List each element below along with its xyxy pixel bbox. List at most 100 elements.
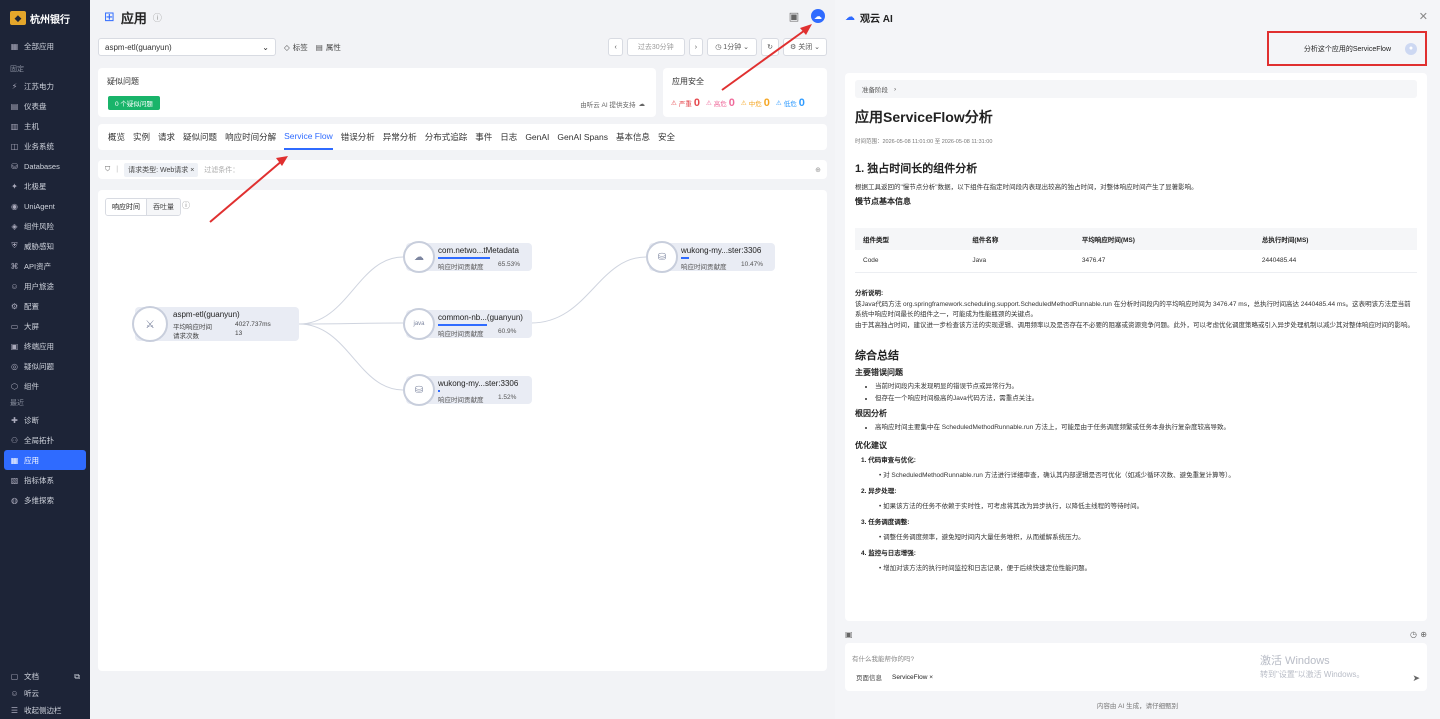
time-next-button[interactable]: ›: [688, 38, 704, 56]
tab[interactable]: 疑似问题: [183, 124, 217, 150]
sidebar-item[interactable]: ▭ 大屏: [0, 316, 90, 336]
close-icon[interactable]: ×: [929, 674, 933, 681]
ai-assistant-icon[interactable]: ☁: [811, 9, 825, 23]
security-level[interactable]: ⚠ 高危 0: [706, 97, 735, 109]
sidebar-recent-item[interactable]: ▦ 应用: [4, 450, 86, 470]
filter-chip[interactable]: 请求类型: Web请求 ×: [124, 162, 199, 177]
sidebar-recent-item[interactable]: ◍ 多维探索: [0, 490, 90, 510]
send-icon[interactable]: ➤: [1412, 673, 1420, 684]
issue-icon: ◎: [11, 361, 18, 371]
section-heading: 综合总结: [855, 349, 899, 362]
sidebar-item[interactable]: ✦ 北极星: [0, 176, 90, 196]
security-level[interactable]: ⚠ 低危 0: [776, 97, 805, 109]
tab[interactable]: 异常分析: [383, 124, 417, 150]
metrics-icon: ▧: [10, 475, 19, 485]
context-chip-label: ServiceFlow: [892, 673, 928, 681]
time-range-button[interactable]: 过去30分钟: [626, 38, 685, 56]
sidebar-bottom-item[interactable]: ☰ 收起侧边栏: [0, 702, 90, 719]
tab[interactable]: 实例: [133, 124, 150, 150]
sidebar-bottom-item[interactable]: ▢ 文档 ⧉: [0, 668, 90, 685]
all-apps-label: 全部应用: [24, 41, 54, 51]
new-chat-icon[interactable]: ⊕: [1420, 630, 1427, 639]
sidebar-recent-item[interactable]: ✚ 诊断: [0, 410, 90, 430]
ai-answer: 准备阶段 › 应用ServiceFlow分析 时间范围：2026-05-08 1…: [845, 73, 1427, 621]
sidebar-bottom-item[interactable]: ☺ 听云: [0, 685, 90, 702]
sidebar-item[interactable]: ◈ 组件风险: [0, 216, 90, 236]
sidebar-item-label: 仪表盘: [24, 101, 47, 111]
config-icon: ⚙: [10, 301, 19, 311]
refresh-mode-select[interactable]: ⚙ 关闭 ⌄: [783, 38, 827, 56]
all-apps-button[interactable]: ▦ 全部应用: [0, 36, 90, 56]
add-filter-icon[interactable]: ⊕: [815, 166, 821, 174]
contribution-label: 响应时间贡献度: [681, 264, 727, 271]
warning-icon: ⚠: [705, 100, 712, 107]
star-icon: ✦: [11, 181, 18, 191]
flow-node[interactable]: ⛁ wukong-my...ster:3306 响应时间贡献度 10.47%: [646, 241, 775, 273]
page-info-chip[interactable]: 页面信息: [856, 672, 882, 682]
tag-button[interactable]: ◇ 标签: [284, 42, 308, 53]
sidebar-item[interactable]: ⬡ 组件: [0, 376, 90, 396]
interval-select[interactable]: ◷ 1分钟 ⌄: [707, 38, 758, 56]
tab[interactable]: 基本信息: [616, 124, 650, 150]
tab[interactable]: Service Flow: [284, 124, 333, 150]
tab[interactable]: 安全: [658, 124, 675, 150]
sidebar-item[interactable]: ▤ 仪表盘: [0, 96, 90, 116]
root-cause-list: 高响应时间主要集中在 ScheduledMethodRunnable.run 方…: [855, 422, 1417, 434]
tab[interactable]: GenAI Spans: [557, 124, 608, 150]
tingyun-logo-icon: ☁: [638, 101, 646, 108]
tab[interactable]: 日志: [500, 124, 517, 150]
topology-icon: ⚇: [10, 435, 19, 445]
tab[interactable]: 响应时间分解: [225, 124, 276, 150]
sidebar-item[interactable]: ⛁ Databases: [0, 156, 90, 176]
stage-row[interactable]: 准备阶段 ›: [855, 80, 1417, 98]
external-link-icon[interactable]: ⧉: [74, 672, 80, 682]
tab[interactable]: 事件: [475, 124, 492, 150]
close-icon[interactable]: ✕: [1419, 10, 1428, 23]
app-select[interactable]: aspm-etl(guanyun) ⌄: [98, 38, 276, 56]
security-level-count: 0: [693, 97, 700, 109]
sidebar-item[interactable]: ⛨ 威胁感知: [0, 236, 90, 256]
sidebar-item[interactable]: ◫ 业务系统: [0, 136, 90, 156]
cloud-icon: ☁: [403, 241, 435, 273]
brand-logo[interactable]: ◆ 杭州银行: [0, 0, 90, 36]
info-icon[interactable]: ⓘ: [153, 11, 162, 24]
tab[interactable]: 分布式追踪: [425, 124, 468, 150]
sidebar-recent-item[interactable]: ▧ 指标体系: [0, 470, 90, 490]
sidebar-item[interactable]: ▣ 终端应用: [0, 336, 90, 356]
sidebar-item[interactable]: ⚡ 江苏电力: [0, 76, 90, 96]
tab[interactable]: 请求: [158, 124, 175, 150]
bolt-icon: ⚡: [11, 81, 18, 91]
flow-node[interactable]: ⛁ wukong-my...ster:3306 响应时间贡献度 1.52%: [403, 374, 532, 406]
sidebar-recent-item[interactable]: ⚇ 全局拓扑: [0, 430, 90, 450]
copy-icon[interactable]: ▣: [787, 9, 801, 23]
list-item: 当前时间段内未发现明显的错误节点或异常行为。: [875, 381, 1417, 393]
app-select-value: aspm-etl(guanyun): [105, 42, 172, 52]
stage-label: 准备阶段: [862, 87, 888, 94]
sidebar-item[interactable]: ☺ 用户旅途: [0, 276, 90, 296]
tab[interactable]: GenAI: [525, 124, 549, 150]
context-chip[interactable]: ServiceFlow ×: [892, 674, 933, 681]
root-node[interactable]: ⚔ aspm-etl(guanyun) 平均响应时间 4027.737ms 请求…: [132, 306, 299, 342]
flow-node[interactable]: java common-nb...(guanyun) 响应时间贡献度 60.9%: [403, 308, 532, 340]
sidebar-item[interactable]: ◉ UniAgent: [0, 196, 90, 216]
refresh-button[interactable]: ↻: [761, 38, 779, 56]
tab[interactable]: 错误分析: [341, 124, 375, 150]
security-level[interactable]: ⚠ 严重 0: [671, 97, 700, 109]
sidebar-item[interactable]: ▥ 主机: [0, 116, 90, 136]
tab[interactable]: 概览: [108, 124, 125, 150]
filter-input[interactable]: 过滤条件：: [204, 165, 239, 175]
sidebar-item[interactable]: ⌘ API资产: [0, 256, 90, 276]
sidebar-item[interactable]: ◎ 疑似问题: [0, 356, 90, 376]
chat-input[interactable]: 有什么我能帮你的吗?: [852, 653, 914, 663]
sidebar-item-label: 用户旅途: [24, 281, 54, 291]
security-level[interactable]: ⚠ 中危 0: [741, 97, 770, 109]
sidebar-item[interactable]: ⚙ 配置: [0, 296, 90, 316]
history-icon[interactable]: ◷: [1410, 630, 1417, 639]
sidebar-recent-item-label: 全局拓扑: [24, 435, 54, 445]
attribute-button[interactable]: ▤ 属性: [316, 42, 341, 53]
issue-count-badge[interactable]: 0 个疑似问题: [108, 96, 160, 110]
copy-icon[interactable]: ▣: [845, 630, 853, 639]
flow-node[interactable]: ☁ com.netwo...tMetadata 响应时间贡献度 65.53%: [403, 241, 532, 273]
close-icon[interactable]: ×: [190, 167, 194, 174]
time-prev-button[interactable]: ‹: [608, 38, 623, 56]
